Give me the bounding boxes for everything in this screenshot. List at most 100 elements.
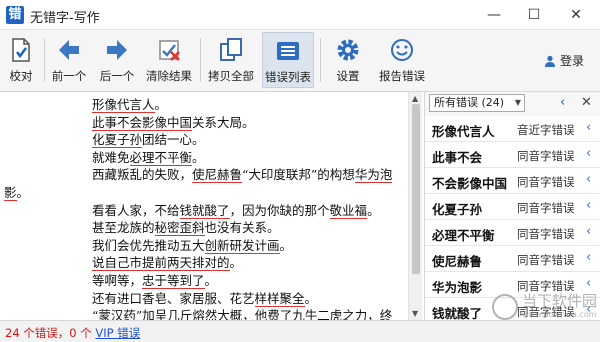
flagged-text[interactable]: 钱就酸了 — [179, 202, 230, 219]
expand-chevron-icon[interactable]: ‹ — [586, 276, 591, 291]
flagged-text[interactable]: 化夏子孙 — [92, 132, 143, 149]
login-label: 登录 — [560, 54, 585, 68]
vip-errors-link[interactable]: VIP 错误 — [95, 326, 140, 340]
scroll-down-icon[interactable]: ▼ — [412, 309, 418, 318]
error-word: 华为泡影 — [432, 280, 483, 295]
expand-chevron-icon[interactable]: ‹ — [586, 120, 591, 135]
error-word: 不会影像中国 — [432, 176, 508, 191]
settings-button[interactable]: 设置 — [330, 32, 366, 88]
report-error-button[interactable]: 报告错误 — [376, 32, 428, 88]
error-list-item[interactable]: 化夏子孙 同音字错误 ‹ — [425, 194, 600, 220]
editor-text: 。 — [304, 290, 318, 306]
window-title: 无错字-写作 — [30, 11, 100, 26]
text-editor[interactable]: 形像代言人。 此事不会影像中国关系大局。 化夏子孙团结一心。 就难免必理不平衡。 西藏叛… — [0, 92, 406, 320]
error-count-text: 24 个错误，0 个 VIP 错误 — [5, 325, 140, 341]
error-list-label: 错误列表 — [265, 70, 311, 84]
flagged-text[interactable]: 秘密歪斜 — [154, 220, 205, 237]
flagged-text[interactable]: 说自己市提前两天排对的 — [92, 255, 230, 272]
login-button[interactable]: 登录 — [544, 52, 584, 69]
error-word: 必理不平衡 — [432, 228, 495, 243]
next-error-button[interactable]: 后一个 — [96, 32, 138, 88]
gear-icon — [330, 36, 366, 68]
editor-line: 化夏子孙团结一心。 — [92, 129, 205, 149]
editor-text: 甚至龙族的 — [92, 220, 155, 236]
flagged-text[interactable]: 使尼赫鲁 — [192, 167, 243, 184]
copy-all-button[interactable]: 拷贝全部 — [206, 32, 256, 88]
flagged-text[interactable]: 形像代言人 — [92, 97, 155, 113]
prev-error-button[interactable]: 前一个 — [48, 32, 90, 88]
error-list-item[interactable]: 不会影像中国 同音字错误 ‹ — [425, 168, 600, 194]
editor-line: 还有进口香皂、家居服、花艺样样聚全。 — [92, 288, 317, 307]
error-list-item[interactable]: 此事不会 同音字错误 ‹ — [425, 142, 600, 168]
error-count: 24 个错误，0 个 — [5, 326, 96, 340]
scrollbar-thumb[interactable] — [412, 104, 420, 274]
proofread-label: 校对 — [9, 69, 33, 83]
watermark-text: 当下软件园 — [522, 292, 598, 310]
flagged-text[interactable]: 创新研发计画 — [204, 237, 280, 254]
editor-line: 西藏叛乱的失败，使尼赫鲁“大印度联邦”的构想华为泡 — [92, 164, 393, 184]
flagged-text[interactable]: 忠于等到了 — [142, 273, 205, 289]
expand-chevron-icon[interactable]: ‹ — [586, 146, 591, 161]
error-list-item[interactable]: 必理不平衡 同音字错误 ‹ — [425, 220, 600, 246]
editor-text: 。 — [279, 237, 293, 253]
expand-chevron-icon[interactable]: ‹ — [586, 250, 591, 265]
panel-close-icon[interactable]: ✕ — [581, 94, 592, 112]
error-word: 此事不会 — [432, 150, 483, 165]
flagged-text[interactable]: 必理不平衡 — [129, 149, 193, 166]
error-type: 同音字错误 — [517, 149, 575, 163]
error-list-item[interactable]: 形像代言人 音近字错误 ‹ — [425, 116, 600, 142]
editor-line: 甚至龙族的秘密歪斜也没有关系。 — [92, 217, 280, 237]
editor-scrollbar[interactable]: ▲ ▼ — [408, 92, 422, 320]
maximize-button[interactable]: ☐ — [514, 0, 554, 30]
flagged-text[interactable]: 此事不会 — [92, 114, 143, 131]
flagged-text[interactable]: 敬业福 — [329, 202, 368, 219]
editor-text: 团结一心。 — [142, 132, 205, 148]
next-label: 后一个 — [99, 69, 135, 83]
error-list-item[interactable]: 使尼赫鲁 同音字错误 ‹ — [425, 246, 600, 272]
expand-chevron-icon[interactable]: ‹ — [586, 198, 591, 213]
flagged-text[interactable]: 华为泡 — [354, 167, 393, 184]
editor-text: 。 — [16, 185, 30, 200]
editor-text: ，因为你缺的那个 — [229, 202, 330, 218]
error-type: 音近字错误 — [517, 123, 575, 137]
settings-label: 设置 — [336, 69, 360, 83]
user-icon — [545, 55, 555, 67]
error-type: 同音字错误 — [517, 253, 575, 267]
editor-text: 看看人家，不给 — [92, 202, 180, 218]
editor-line: 看看人家，不给钱就酸了，因为你缺的那个敬业福。 — [92, 200, 380, 219]
editor-text: 西藏叛乱的失败， — [92, 167, 193, 183]
editor-text: 。 — [192, 149, 205, 165]
minimize-button[interactable]: — — [474, 0, 514, 30]
flagged-text[interactable]: 影像中国 — [142, 114, 193, 131]
panel-prev-icon[interactable]: ‹ — [560, 94, 565, 112]
list-icon — [263, 37, 313, 69]
flagged-text[interactable]: 样样聚全 — [254, 290, 305, 307]
editor-text: “大印度联邦”的构想 — [242, 167, 355, 183]
watermark-logo-icon — [492, 294, 518, 320]
error-word: 钱就酸了 — [432, 306, 483, 320]
error-list-button[interactable]: 错误列表 — [262, 32, 314, 88]
report-label: 报告错误 — [379, 69, 425, 83]
error-word: 形像代言人 — [432, 124, 495, 139]
close-window-button[interactable]: ✕ — [556, 0, 596, 30]
flagged-text[interactable]: 影 — [4, 185, 17, 201]
editor-text: 。 — [367, 202, 380, 218]
editor-line: 形像代言人。 — [92, 94, 167, 113]
editor-text: 。 — [204, 273, 218, 288]
proofread-button[interactable]: 校对 — [4, 32, 38, 88]
arrow-right-icon — [96, 36, 138, 68]
expand-chevron-icon[interactable]: ‹ — [586, 172, 591, 187]
error-filter-select[interactable]: 所有错误 (24) ▼ — [429, 94, 525, 112]
expand-chevron-icon[interactable]: ‹ — [586, 224, 591, 239]
editor-line: 说自己市提前两天排对的。 — [92, 252, 242, 272]
editor-line: 就难免必理不平衡。 — [92, 147, 205, 166]
clear-label: 清除结果 — [146, 69, 192, 83]
clear-results-button[interactable]: 清除结果 — [144, 32, 194, 88]
toolbar-divider — [320, 38, 321, 82]
scroll-up-icon[interactable]: ▲ — [412, 94, 418, 103]
app-logo-icon: 错 — [6, 6, 24, 24]
editor-text: “蒙汉药”加呈几斤熔然大概，他费了九牛二虎之力，终 — [92, 308, 393, 320]
error-type: 同音字错误 — [517, 227, 575, 241]
editor-text: 。 — [154, 97, 168, 112]
site-watermark: 当下软件园 www.downxia.com — [492, 290, 598, 330]
